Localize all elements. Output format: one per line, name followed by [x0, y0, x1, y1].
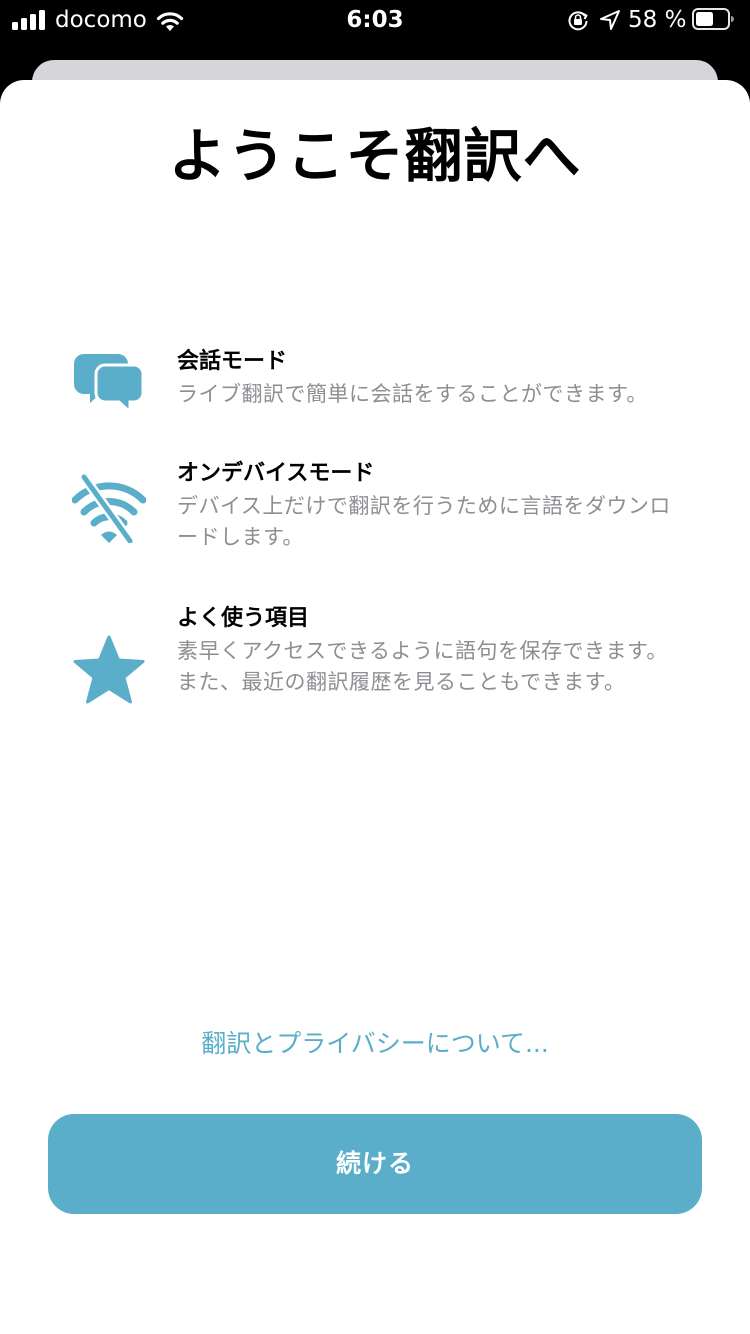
- continue-button[interactable]: 続ける: [48, 1114, 702, 1214]
- orientation-lock-icon: [568, 11, 588, 31]
- privacy-link[interactable]: 翻訳とプライバシーについて...: [0, 1026, 750, 1062]
- star-icon: [73, 635, 145, 704]
- feature-title: 会話モード: [177, 349, 288, 374]
- battery-percent: 58 %: [628, 7, 687, 33]
- status-bar: docomo 6:03 58 %: [0, 0, 750, 40]
- feature-favorites: よく使う項目 素早くアクセスできるように語句を保存できます。また、最近の翻訳履歴…: [0, 604, 750, 734]
- feature-title: オンデバイスモード: [177, 461, 375, 486]
- feature-description: デバイス上だけで翻訳を行うために言語をダウンロードします。: [177, 494, 671, 549]
- chat-bubbles-icon: [74, 354, 145, 416]
- battery-icon: [692, 8, 734, 30]
- page-title: ようこそ翻訳へ: [168, 122, 582, 190]
- feature-conversation-mode: 会話モード ライブ翻訳で簡単に会話をすることができます。: [0, 347, 750, 427]
- feature-description: ライブ翻訳で簡単に会話をすることができます。: [177, 382, 648, 406]
- feature-description: 素早くアクセスできるように語句を保存できます。また、最近の翻訳履歴を見ることもで…: [177, 639, 668, 694]
- feature-on-device-mode: オンデバイスモード デバイス上だけで翻訳を行うために言語をダウンロードします。: [0, 459, 750, 559]
- location-arrow-icon: [600, 10, 620, 30]
- feature-title: よく使う項目: [177, 606, 310, 631]
- wifi-off-icon: [72, 472, 146, 543]
